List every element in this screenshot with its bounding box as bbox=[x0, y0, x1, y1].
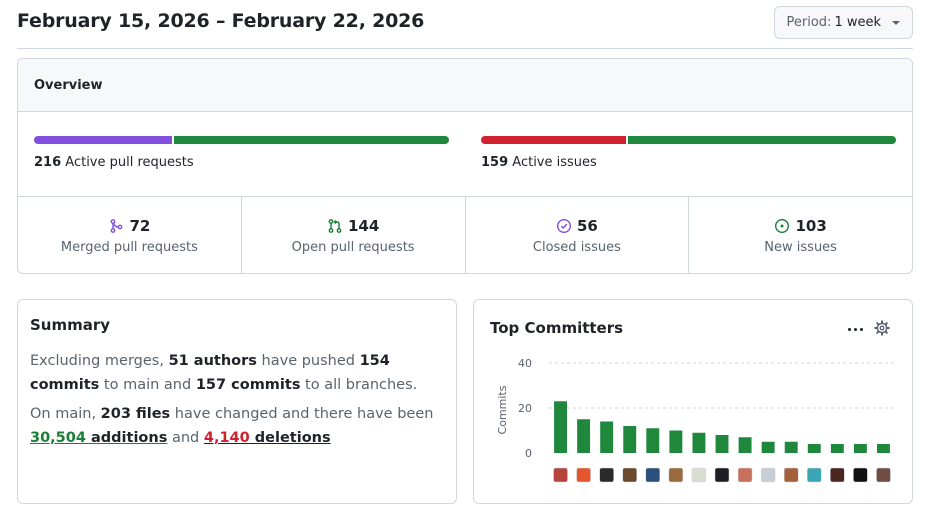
committer-avatar bbox=[668, 467, 684, 483]
issue-opened-icon bbox=[775, 218, 790, 233]
merged-pull-requests-count: 72 bbox=[129, 216, 151, 235]
active-pull-requests-count: 216 bbox=[34, 155, 62, 170]
active-pull-requests-text: Active pull requests bbox=[65, 155, 194, 170]
new-issues-label: New issues bbox=[764, 239, 837, 255]
issue-closed-icon bbox=[556, 218, 571, 233]
deletions-count: 4,140 bbox=[203, 430, 250, 446]
committer-avatar bbox=[783, 467, 799, 483]
additions-link[interactable]: 30,504 additions bbox=[30, 430, 167, 446]
committer-avatar bbox=[576, 467, 591, 483]
active-issues-text: Active issues bbox=[512, 155, 597, 170]
overview-title: Overview bbox=[34, 77, 103, 93]
y-tick-label: 0 bbox=[525, 447, 532, 460]
committer-bar bbox=[877, 444, 890, 453]
pull-requests-progress-bar bbox=[34, 136, 449, 144]
merged-pull-requests-label: Merged pull requests bbox=[60, 239, 198, 255]
committer-avatar bbox=[853, 467, 868, 483]
committer-bar bbox=[807, 444, 821, 453]
stat-closed-issues[interactable]: 56 Closed issues bbox=[466, 197, 690, 273]
committer-avatar bbox=[807, 467, 822, 483]
stat-open-pull-requests[interactable]: 144 Open pull requests bbox=[242, 197, 466, 273]
committer-avatar bbox=[830, 467, 845, 483]
additions-label: additions bbox=[85, 430, 168, 446]
open-pull-requests-count: 144 bbox=[347, 216, 380, 235]
y-axis-label: Commits bbox=[496, 385, 509, 434]
files-count: 203 files bbox=[100, 406, 171, 422]
additions-count: 30,504 bbox=[30, 430, 86, 446]
summary-text-part: to main and bbox=[99, 377, 196, 393]
summary-text-part: have pushed bbox=[256, 353, 360, 369]
summary-panel: Summary Excluding merges, 51 authors hav… bbox=[17, 299, 457, 504]
deletions-label: deletions bbox=[249, 430, 331, 446]
committer-avatar bbox=[737, 467, 753, 483]
merged-pr-segment bbox=[34, 136, 172, 144]
overview-header: Overview bbox=[18, 59, 912, 112]
committer-avatar bbox=[553, 467, 568, 483]
summary-files-text: On main, 203 files have changed and ther… bbox=[30, 402, 444, 450]
committer-bar bbox=[600, 421, 614, 453]
open-pull-requests-label: Open pull requests bbox=[291, 239, 415, 255]
stat-new-issues[interactable]: 103 New issues bbox=[689, 197, 912, 273]
active-issues-count: 159 bbox=[481, 155, 509, 170]
committer-bar bbox=[577, 419, 591, 453]
active-issues-label: 159 Active issues bbox=[481, 155, 896, 170]
period-dropdown[interactable]: Period: 1 week bbox=[773, 6, 913, 39]
summary-text-part: Excluding merges, bbox=[30, 353, 169, 369]
committer-avatar bbox=[760, 467, 776, 483]
commits-all-count: 157 commits bbox=[195, 377, 301, 393]
date-range-title: February 15, 2026 – February 22, 2026 bbox=[17, 10, 425, 32]
committer-bar bbox=[784, 441, 798, 453]
committer-avatar bbox=[622, 467, 637, 483]
committer-avatar bbox=[876, 467, 891, 483]
committer-avatar bbox=[645, 467, 661, 483]
deletions-link[interactable]: 4,140 deletions bbox=[204, 430, 331, 446]
committer-bar bbox=[623, 426, 637, 453]
authors-count: 51 authors bbox=[168, 353, 257, 369]
committer-bar bbox=[853, 444, 867, 453]
summary-title: Summary bbox=[30, 316, 111, 334]
top-committers-panel: Top Committers 40 20 0 Commits bbox=[473, 299, 913, 504]
new-issues-segment bbox=[628, 136, 896, 144]
committer-bar bbox=[669, 430, 683, 453]
summary-commits-text: Excluding merges, 51 authors have pushed… bbox=[30, 349, 444, 397]
summary-text-part: and bbox=[167, 430, 204, 446]
closed-issues-count: 56 bbox=[576, 216, 598, 235]
committer-bar bbox=[830, 444, 844, 453]
committer-avatar bbox=[691, 467, 707, 483]
summary-text-part: have changed and there have been bbox=[170, 406, 434, 422]
committer-bar bbox=[738, 437, 752, 453]
committer-avatar bbox=[599, 467, 614, 483]
summary-text-part: On main, bbox=[30, 406, 101, 422]
y-tick-label: 40 bbox=[518, 357, 532, 370]
new-issues-count: 103 bbox=[795, 216, 827, 235]
closed-issues-label: Closed issues bbox=[532, 239, 621, 255]
y-tick-label: 20 bbox=[518, 402, 532, 415]
overview-panel: Overview 216 Active pull requests 159 Ac… bbox=[17, 58, 913, 274]
summary-text-part: to all branches. bbox=[300, 377, 418, 393]
closed-issues-segment bbox=[481, 136, 627, 144]
committer-bar bbox=[646, 428, 660, 453]
issues-progress-bar bbox=[481, 136, 896, 144]
pull-requests-summary: 216 Active pull requests bbox=[34, 136, 449, 170]
committer-bar bbox=[761, 441, 775, 453]
stat-merged-pull-requests[interactable]: 72 Merged pull requests bbox=[18, 197, 242, 273]
active-pull-requests-label: 216 Active pull requests bbox=[34, 155, 449, 170]
period-label: Period: bbox=[786, 15, 832, 30]
open-pr-segment bbox=[173, 136, 449, 144]
page-header: February 15, 2026 – February 22, 2026 Pe… bbox=[17, 0, 913, 49]
git-merge-icon bbox=[111, 218, 123, 233]
top-committers-chart: 40 20 0 Commits bbox=[496, 357, 895, 483]
committer-bar bbox=[554, 401, 567, 453]
committer-bar bbox=[715, 435, 729, 453]
issues-summary: 159 Active issues bbox=[481, 136, 896, 170]
overview-stats: 72 Merged pull requests 144 Open pull re… bbox=[18, 197, 912, 273]
git-pull-request-icon bbox=[328, 218, 342, 233]
caret-down-icon bbox=[892, 20, 900, 25]
overview-bars: 216 Active pull requests 159 Active issu… bbox=[18, 112, 912, 197]
committer-avatar bbox=[714, 467, 730, 483]
committer-bar bbox=[692, 432, 706, 453]
period-value: 1 week bbox=[834, 15, 881, 30]
